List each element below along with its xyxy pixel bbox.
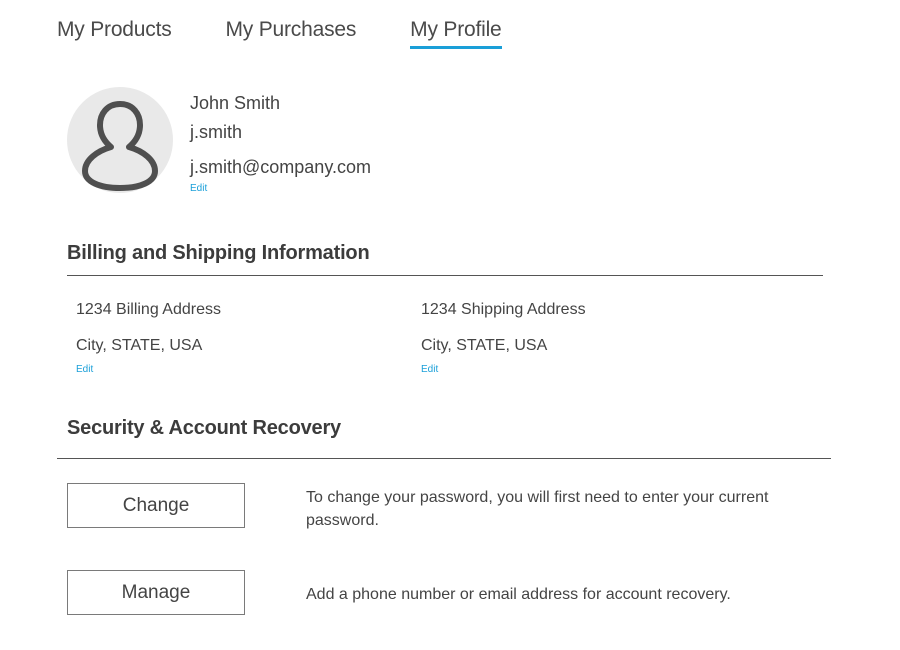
recovery-description: Add a phone number or email address for … — [306, 586, 731, 603]
security-divider — [57, 458, 831, 459]
billing-address: 1234 Billing Address City, STATE, USA Ed… — [76, 300, 221, 377]
profile-username: j.smith — [190, 122, 243, 142]
tab-my-profile[interactable]: My Profile — [410, 18, 502, 49]
profile-info: John Smith j.smith j.smith@company.com E… — [190, 92, 371, 196]
billing-address-line2: City, STATE, USA — [76, 337, 203, 354]
edit-billing-link[interactable]: Edit — [76, 364, 93, 375]
billing-address-line1: 1234 Billing Address — [76, 301, 221, 318]
change-password-description: To change your password, you will first … — [306, 489, 769, 529]
security-section-title: Security & Account Recovery — [67, 417, 341, 439]
edit-shipping-link[interactable]: Edit — [421, 364, 438, 375]
shipping-address-line1: 1234 Shipping Address — [421, 301, 586, 318]
profile-tabs: My Products My Purchases My Profile — [57, 18, 502, 49]
shipping-address-line2: City, STATE, USA — [421, 337, 548, 354]
profile-email: j.smith@company.com — [190, 157, 371, 177]
billing-divider — [67, 275, 823, 276]
tab-my-purchases[interactable]: My Purchases — [226, 18, 357, 49]
shipping-address: 1234 Shipping Address City, STATE, USA E… — [421, 300, 586, 377]
manage-recovery-button[interactable]: Manage — [67, 570, 245, 615]
tab-my-products[interactable]: My Products — [57, 18, 172, 49]
edit-profile-link[interactable]: Edit — [190, 183, 207, 194]
avatar — [67, 87, 173, 193]
user-silhouette-icon — [82, 101, 158, 191]
billing-section-title: Billing and Shipping Information — [67, 242, 370, 264]
profile-name: John Smith — [190, 93, 281, 113]
change-password-button[interactable]: Change — [67, 483, 245, 528]
